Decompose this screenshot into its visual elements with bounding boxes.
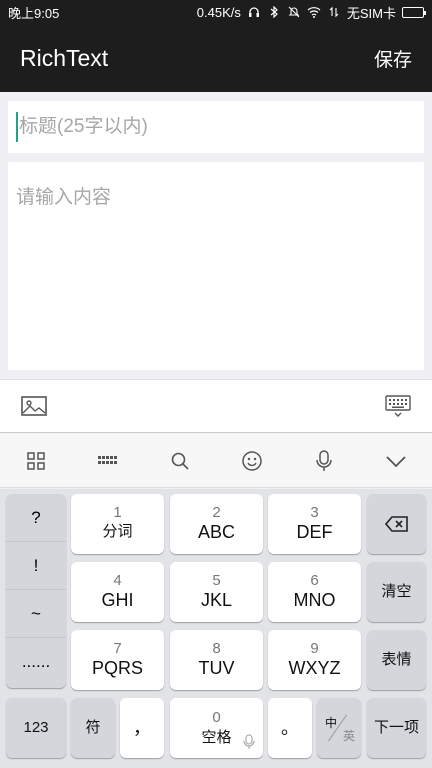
key-number: 9 bbox=[310, 640, 319, 657]
comma-label: ， bbox=[133, 718, 151, 738]
emoji-icon[interactable] bbox=[236, 445, 268, 477]
mic-icon[interactable] bbox=[308, 445, 340, 477]
key-label: ABC bbox=[197, 522, 235, 542]
mute-bell-icon bbox=[287, 6, 301, 18]
key-number: 1 bbox=[113, 504, 122, 521]
mic-icon bbox=[243, 734, 255, 749]
period-key[interactable]: 。 bbox=[268, 698, 312, 758]
status-right: 0.45K/s 无SIM卡 bbox=[196, 3, 426, 22]
key-number: 5 bbox=[212, 572, 221, 589]
key-label: PQRS bbox=[91, 658, 143, 678]
symbol-key-ellipsis[interactable]: ...... bbox=[6, 638, 66, 686]
symbol-mode-label: 符 bbox=[85, 719, 101, 736]
status-time: 晚上9:05 bbox=[8, 5, 60, 21]
network-speed: 0.45K/s bbox=[196, 4, 241, 20]
number-mode-label: 123 bbox=[23, 719, 49, 736]
key-number: 3 bbox=[310, 504, 319, 521]
grid-icon[interactable] bbox=[20, 445, 52, 477]
emoticon-label: 表情 bbox=[381, 651, 412, 668]
key-8[interactable]: 8 TUV bbox=[170, 630, 263, 690]
symbol-key-question[interactable]: ? bbox=[6, 494, 66, 542]
text-cursor bbox=[16, 112, 18, 142]
emoticon-button[interactable]: 表情 bbox=[367, 630, 426, 690]
key-6[interactable]: 6 MNO bbox=[268, 562, 361, 622]
key-number: 6 bbox=[310, 572, 319, 589]
key-number: 7 bbox=[113, 640, 122, 657]
key-4[interactable]: 4 GHI bbox=[71, 562, 164, 622]
key-9[interactable]: 9 WXYZ bbox=[268, 630, 361, 690]
title-field-container bbox=[8, 101, 424, 153]
keyboard: ? ! ~ ...... 1 分词 2 ABC 3 DEF 4 GHI 5 JK… bbox=[0, 489, 432, 768]
next-field-label: 下一项 bbox=[373, 719, 419, 736]
save-button[interactable]: 保存 bbox=[374, 45, 412, 72]
bluetooth-icon bbox=[267, 5, 281, 19]
next-field-button[interactable]: 下一项 bbox=[367, 698, 426, 758]
key-1[interactable]: 1 分词 bbox=[71, 494, 164, 554]
key-label: GHI bbox=[101, 590, 134, 610]
symbol-key-exclaim[interactable]: ! bbox=[6, 542, 66, 590]
number-mode-button[interactable]: 123 bbox=[6, 698, 66, 758]
symbol-column: ? ! ~ ...... bbox=[6, 494, 66, 688]
chevron-down-icon[interactable] bbox=[380, 445, 412, 477]
space-number: 0 bbox=[212, 708, 221, 726]
search-icon[interactable] bbox=[164, 445, 196, 477]
comma-key[interactable]: ， bbox=[120, 698, 164, 758]
lang-en-label: 英 bbox=[342, 729, 355, 743]
keyboard-icon[interactable] bbox=[92, 445, 124, 477]
language-toggle-button[interactable]: 中 英 bbox=[317, 698, 361, 758]
content-field-container bbox=[8, 162, 424, 370]
key-3[interactable]: 3 DEF bbox=[268, 494, 361, 554]
key-number: 4 bbox=[113, 572, 122, 589]
battery-icon bbox=[402, 6, 426, 18]
wifi-icon bbox=[307, 6, 321, 18]
clear-button[interactable]: 清空 bbox=[367, 562, 426, 622]
app-bar: RichText 保存 bbox=[0, 24, 432, 92]
app-title: RichText bbox=[20, 44, 109, 71]
key-number: 2 bbox=[212, 504, 221, 521]
data-arrows-icon bbox=[327, 6, 341, 18]
key-label: WXYZ bbox=[288, 658, 341, 678]
backspace-button[interactable] bbox=[367, 494, 426, 554]
image-icon[interactable] bbox=[20, 394, 48, 418]
keyboard-function-bar bbox=[0, 434, 432, 488]
key-number: 8 bbox=[212, 640, 221, 657]
clear-label: 清空 bbox=[381, 583, 412, 600]
key-5[interactable]: 5 JKL bbox=[170, 562, 263, 622]
content-input[interactable] bbox=[16, 182, 416, 352]
language-toggle: 中 英 bbox=[319, 708, 359, 748]
key-label: JKL bbox=[200, 590, 233, 610]
key-label: TUV bbox=[198, 658, 235, 678]
symbol-mode-button[interactable]: 符 bbox=[71, 698, 115, 758]
key-label: 分词 bbox=[102, 523, 133, 540]
symbol-key-tilde[interactable]: ~ bbox=[6, 590, 66, 638]
space-label: 空格 bbox=[201, 728, 232, 746]
backspace-icon bbox=[384, 516, 408, 532]
key-2[interactable]: 2 ABC bbox=[170, 494, 263, 554]
title-input[interactable] bbox=[19, 116, 399, 138]
status-bar: 晚上9:05 0.45K/s 无SIM卡 bbox=[0, 0, 432, 24]
period-label: 。 bbox=[281, 718, 299, 738]
editor-toolbar bbox=[0, 379, 432, 433]
space-key[interactable]: 0 空格 bbox=[170, 698, 263, 758]
carrier-label: 无SIM卡 bbox=[346, 5, 396, 21]
key-7[interactable]: 7 PQRS bbox=[71, 630, 164, 690]
key-label: MNO bbox=[293, 590, 336, 610]
keyboard-hide-icon[interactable] bbox=[384, 394, 412, 418]
headset-icon bbox=[247, 6, 261, 18]
key-label: DEF bbox=[296, 522, 333, 542]
